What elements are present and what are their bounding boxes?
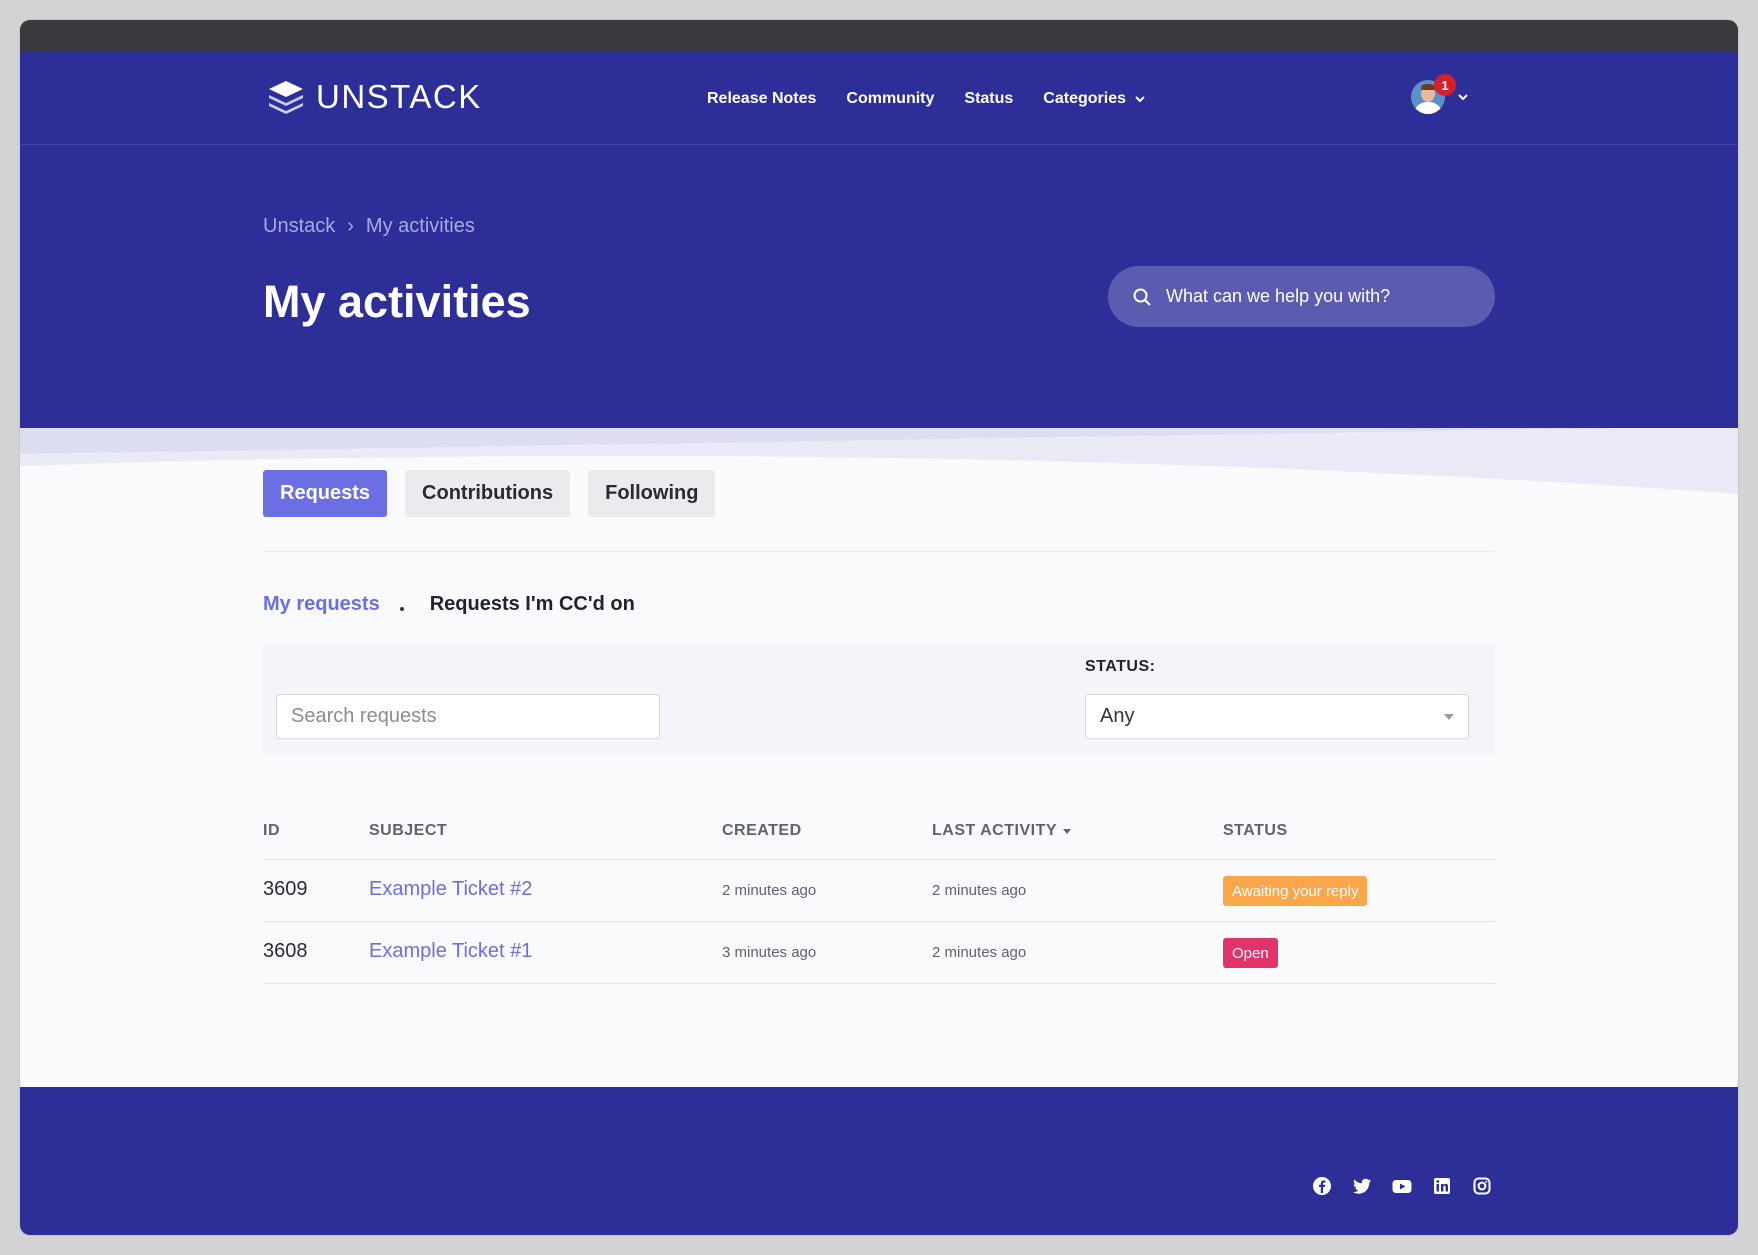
activity-tabs: Requests Contributions Following — [263, 470, 716, 517]
nav-link-community[interactable]: Community — [846, 90, 934, 108]
breadcrumb: Unstack › My activities — [263, 215, 475, 238]
section-divider — [263, 551, 1495, 552]
twitter-icon[interactable] — [1351, 1175, 1373, 1197]
chevron-down-icon — [1458, 94, 1468, 101]
hero-header: UNSTACK Release Notes Community Status C… — [20, 52, 1738, 428]
search-requests-input[interactable]: Search requests — [276, 694, 660, 739]
ticket-created: 3 minutes ago — [722, 944, 817, 961]
status-filter-select[interactable]: Any — [1085, 694, 1469, 739]
caret-down-icon — [1444, 714, 1454, 720]
tab-following[interactable]: Following — [588, 470, 716, 517]
top-navigation: UNSTACK Release Notes Community Status C… — [20, 52, 1738, 145]
status-filter-label: STATUS: — [1085, 658, 1156, 675]
column-header-created: CREATED — [722, 822, 802, 839]
ticket-last-activity: 2 minutes ago — [932, 944, 1027, 961]
breadcrumb-root[interactable]: Unstack — [263, 215, 335, 238]
nav-link-categories-label: Categories — [1043, 90, 1126, 107]
ticket-id: 3608 — [263, 940, 308, 962]
social-links — [1311, 1175, 1493, 1197]
footer — [20, 1087, 1738, 1235]
facebook-icon[interactable] — [1311, 1175, 1333, 1197]
brand-logo[interactable]: UNSTACK — [266, 78, 482, 116]
linkedin-icon[interactable] — [1431, 1175, 1453, 1197]
ticket-created: 2 minutes ago — [722, 882, 817, 899]
chevron-down-icon — [1135, 96, 1145, 103]
ticket-last-activity: 2 minutes ago — [932, 882, 1027, 899]
brand-name: UNSTACK — [316, 78, 482, 115]
nav-link-status[interactable]: Status — [964, 90, 1013, 108]
hero-search-placeholder: What can we help you with? — [1166, 286, 1391, 306]
ticket-subject-link[interactable]: Example Ticket #2 — [369, 878, 532, 901]
ticket-subject-link[interactable]: Example Ticket #1 — [369, 940, 532, 963]
requests-table: ID SUBJECT CREATED LAST ACTIVITY STATUS … — [263, 810, 1495, 984]
status-badge: Open — [1223, 938, 1278, 968]
column-header-id: ID — [263, 822, 280, 839]
youtube-icon[interactable] — [1391, 1175, 1413, 1197]
status-filter-value: Any — [1100, 705, 1135, 727]
status-badge: Awaiting your reply — [1223, 876, 1368, 906]
nav-link-release-notes[interactable]: Release Notes — [707, 90, 816, 108]
table-row: 3608 Example Ticket #1 3 minutes ago 2 m… — [263, 922, 1495, 984]
sort-caret-icon — [1063, 828, 1072, 834]
browser-window: UNSTACK Release Notes Community Status C… — [20, 20, 1738, 1235]
subtab-cc-requests[interactable]: Requests I'm CC'd on — [430, 593, 635, 616]
nav-links: Release Notes Community Status Categorie… — [707, 90, 1146, 108]
column-header-subject: SUBJECT — [369, 822, 448, 839]
subtab-my-requests[interactable]: My requests — [263, 593, 380, 616]
tab-contributions[interactable]: Contributions — [405, 470, 571, 517]
request-subtabs: My requests Requests I'm CC'd on — [263, 593, 635, 616]
breadcrumb-current: My activities — [365, 215, 475, 237]
notification-badge: 1 — [1434, 74, 1456, 96]
breadcrumb-separator: › — [347, 215, 354, 237]
hero-search-input[interactable]: What can we help you with? — [1108, 266, 1495, 327]
column-header-status: STATUS — [1223, 822, 1288, 839]
subtab-separator — [399, 606, 404, 611]
column-header-last-activity-label: LAST ACTIVITY — [932, 822, 1058, 839]
nav-link-categories[interactable]: Categories — [1043, 90, 1146, 108]
page-title: My activities — [263, 276, 531, 327]
window-chrome-bar — [20, 20, 1738, 52]
table-row: 3609 Example Ticket #2 2 minutes ago 2 m… — [263, 860, 1495, 922]
instagram-icon[interactable] — [1471, 1175, 1493, 1197]
stacked-layers-logo-icon — [269, 81, 303, 114]
tab-requests[interactable]: Requests — [263, 470, 388, 517]
search-icon — [1133, 288, 1151, 306]
ticket-id: 3609 — [263, 878, 308, 900]
table-header: ID SUBJECT CREATED LAST ACTIVITY STATUS — [263, 810, 1495, 860]
column-header-last-activity[interactable]: LAST ACTIVITY — [932, 822, 1072, 840]
filter-bar: Search requests STATUS: Any — [263, 644, 1495, 754]
